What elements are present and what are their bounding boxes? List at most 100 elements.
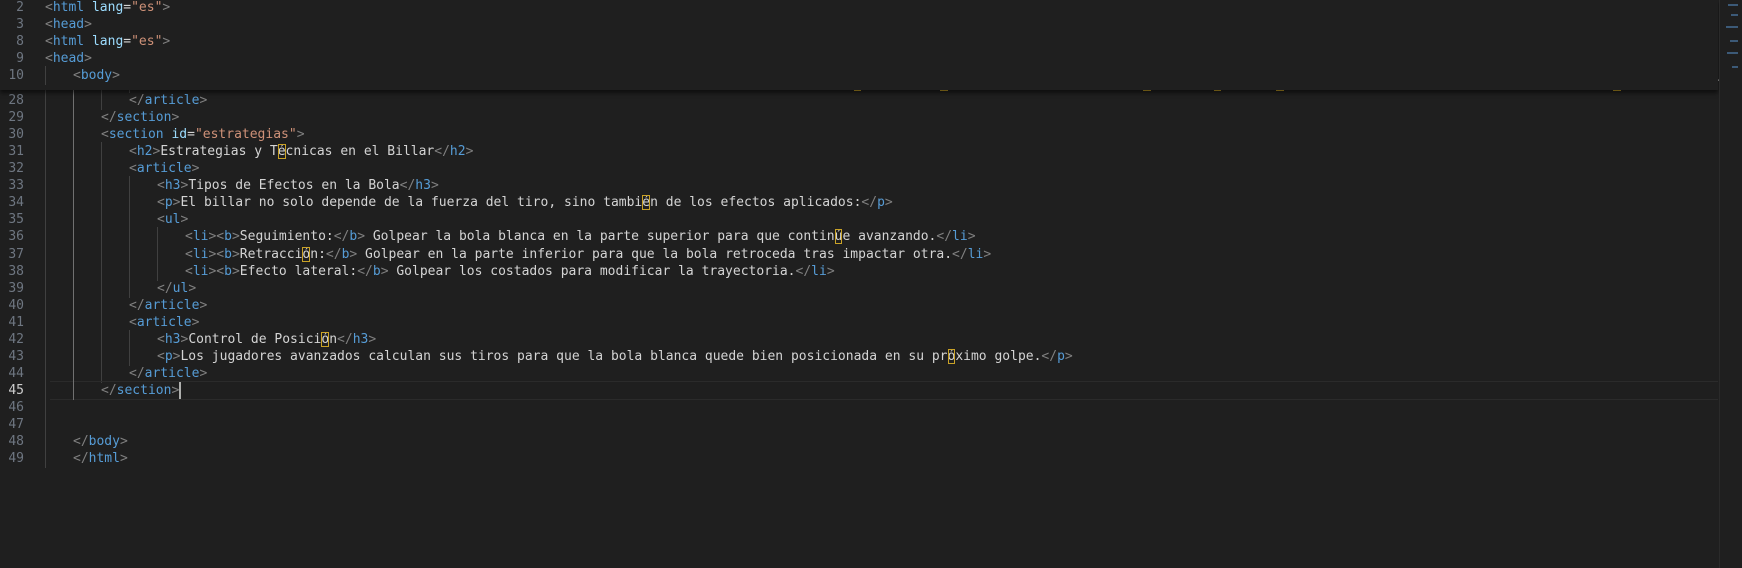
punctuation-token: </ — [434, 144, 450, 160]
punctuation-token: < — [157, 178, 165, 194]
punctuation-token: > — [119, 434, 128, 450]
tag-token: h3 — [164, 331, 181, 347]
text-token: Control de Posici — [188, 331, 322, 347]
text-token: cnicas en el Billar — [285, 144, 435, 160]
punctuation-token: < — [157, 195, 165, 211]
sticky-scroll-header[interactable]: 2 <html lang="es"> 3 <head> 8 <html lang="es"… — [0, 0, 1718, 90]
tag-token: h3 — [352, 331, 369, 347]
punctuation-token: > — [162, 0, 171, 15]
text-token: = — [123, 34, 132, 50]
punctuation-token: </ — [337, 331, 353, 347]
line-number[interactable]: 10 — [0, 66, 24, 85]
tag-token: li — [192, 229, 209, 245]
punctuation-token: > — [191, 161, 200, 177]
text-token: Tipos de Efectos en la Bola — [188, 178, 400, 194]
indent-guide — [45, 66, 46, 86]
punctuation-token: </ — [325, 246, 342, 262]
text-token: Retracci — [239, 246, 303, 262]
punctuation-token: < — [185, 263, 193, 279]
indent-guide — [45, 449, 46, 469]
text-token: El billar no solo depende de la fuerza d… — [180, 195, 643, 211]
punctuation-token: > — [231, 229, 240, 245]
tag-token: head — [52, 51, 85, 67]
text-token: Seguimiento: — [239, 229, 334, 245]
text-token: Golpear en la parte inferior para que la… — [357, 246, 953, 262]
code-editor[interactable]: 2 <html lang="es"> 3 <head> 8 <html lang="es"… — [0, 0, 1742, 568]
tag-token: article — [136, 161, 192, 177]
text-token: n — [329, 331, 338, 347]
punctuation-token: </ — [357, 263, 373, 279]
punctuation-token: > — [180, 212, 189, 228]
punctuation-token: </ — [399, 178, 416, 194]
punctuation-token: </ — [936, 229, 953, 245]
tag-token: li — [811, 263, 827, 279]
tag-token: ul — [172, 280, 189, 296]
punctuation-token: >< — [208, 229, 225, 245]
punctuation-token: >< — [208, 246, 225, 262]
tag-token: p — [1057, 348, 1065, 364]
tag-token: article — [144, 365, 200, 381]
punctuation-token: > — [826, 263, 835, 279]
minimap-marker — [1728, 4, 1738, 6]
code-line[interactable]: 10 <body> — [0, 66, 1718, 86]
tag-token: p — [877, 195, 885, 211]
tag-token: html — [52, 0, 85, 15]
attribute-token: id — [171, 127, 188, 143]
punctuation-token: > — [380, 263, 389, 279]
punctuation-token: < — [185, 229, 193, 245]
vertical-scrollbar[interactable] — [1719, 0, 1742, 568]
tag-token: section — [116, 382, 172, 398]
punctuation-token: </ — [333, 229, 350, 245]
text-token: Los jugadores avanzados calculan sus tir… — [180, 348, 948, 364]
punctuation-token: </ — [952, 246, 968, 262]
tag-token: head — [52, 17, 85, 33]
tag-token: b — [372, 263, 381, 279]
punctuation-token: </ — [129, 365, 145, 381]
tag-token: section — [108, 127, 164, 143]
punctuation-token: > — [967, 229, 976, 245]
punctuation-token: > — [119, 451, 128, 467]
tag-token: li — [967, 246, 984, 262]
punctuation-token: </ — [1041, 348, 1058, 364]
minimap-marker — [1727, 52, 1738, 54]
punctuation-token: > — [465, 144, 474, 160]
code-text[interactable]: <body> — [73, 66, 120, 85]
tag-token: section — [116, 110, 172, 126]
punctuation-token: < — [129, 314, 137, 330]
text-token: e avanzando. — [842, 229, 937, 245]
punctuation-token: </ — [101, 382, 117, 398]
tag-token: ul — [164, 212, 181, 228]
punctuation-token: >< — [208, 263, 225, 279]
punctuation-token: > — [296, 127, 305, 143]
minimap-marker — [1732, 66, 1738, 68]
code-line[interactable]: 49 </html> — [0, 449, 1718, 469]
unicode-highlight: é — [642, 195, 651, 211]
punctuation-token: < — [101, 127, 109, 143]
text-token: = — [187, 127, 195, 143]
punctuation-token: < — [45, 17, 53, 33]
punctuation-token: > — [188, 280, 197, 296]
tag-token: article — [144, 297, 200, 313]
minimap-marker — [1730, 40, 1738, 42]
punctuation-token: < — [45, 34, 53, 50]
punctuation-token: < — [45, 51, 53, 67]
code-text[interactable]: </html> — [73, 449, 128, 468]
text-token: Estrategias y T — [160, 144, 278, 160]
punctuation-token: < — [129, 161, 137, 177]
tag-token: b — [224, 263, 232, 279]
punctuation-token: > — [171, 110, 180, 126]
line-number[interactable]: 49 — [0, 449, 24, 468]
punctuation-token: < — [73, 68, 81, 84]
punctuation-token: > — [368, 331, 377, 347]
unicode-highlight: é — [277, 144, 286, 160]
tag-token: body — [88, 434, 120, 450]
punctuation-token: > — [112, 68, 120, 84]
tag-token: html — [52, 34, 85, 50]
tag-token: p — [164, 195, 173, 211]
punctuation-token: > — [84, 17, 92, 33]
text-token: n: — [310, 246, 326, 262]
punctuation-token: </ — [157, 280, 173, 296]
text-cursor — [179, 381, 182, 399]
string-token: "estrategias" — [194, 127, 297, 143]
attribute-token: lang — [91, 0, 124, 15]
